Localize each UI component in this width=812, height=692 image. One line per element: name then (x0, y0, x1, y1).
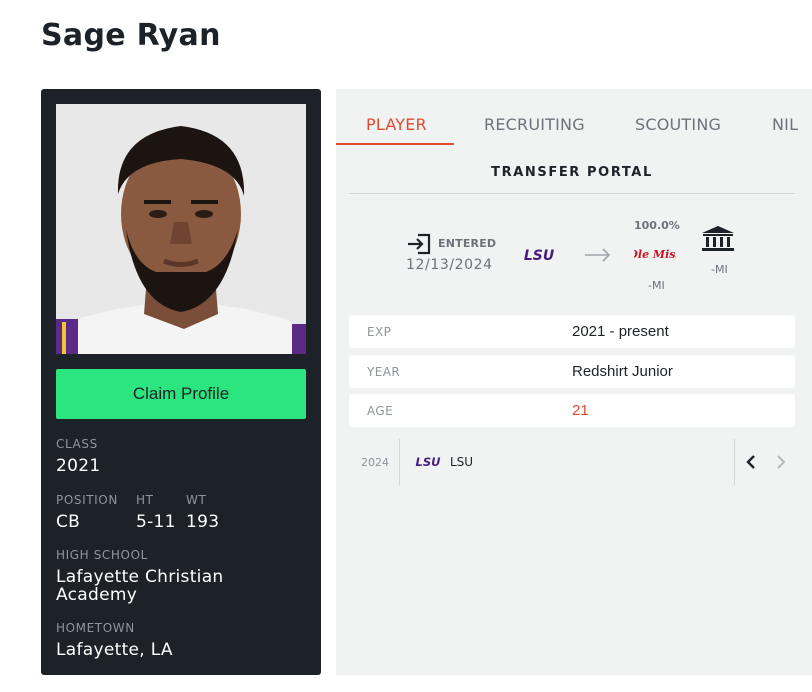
svg-text:LSU: LSU (416, 455, 442, 468)
info-value: 21 (572, 402, 589, 419)
info-row-year: YEAR Redshirt Junior (349, 355, 795, 388)
lsu-logo: LSU (416, 455, 442, 468)
claim-profile-button[interactable]: Claim Profile (56, 369, 306, 419)
tab-nil[interactable]: NIL (772, 115, 798, 134)
tab-bar: PLAYER RECRUITING SCOUTING NIL (336, 89, 812, 145)
tab-player[interactable]: PLAYER (366, 115, 427, 134)
lsu-logo: LSU (524, 248, 555, 263)
position-value: CB (56, 512, 81, 532)
entered-label: ENTERED (438, 237, 497, 250)
class-label: CLASS (56, 437, 98, 451)
svg-text:Ole Miss: Ole Miss (634, 248, 676, 261)
destination-suffix: -MI (648, 279, 665, 292)
arrow-right-icon (585, 248, 611, 262)
institution-suffix: -MI (711, 263, 728, 276)
weight-label: WT (186, 493, 207, 507)
details-panel: PLAYER RECRUITING SCOUTING NIL TRANSFER … (336, 89, 812, 675)
hometown-label: HOMETOWN (56, 621, 135, 635)
profile-card: Claim Profile CLASS 2021 POSITION CB HT … (41, 89, 321, 675)
team-history: 2024 LSU LSU (349, 439, 795, 485)
height-label: HT (136, 493, 154, 507)
player-photo (56, 104, 306, 354)
transfer-portal-title: TRANSFER PORTAL (491, 165, 653, 180)
divider (399, 439, 400, 485)
svg-text:LSU: LSU (524, 248, 555, 263)
entered-date: 12/13/2024 (406, 257, 493, 273)
tab-recruiting[interactable]: RECRUITING (484, 115, 585, 134)
divider (734, 439, 735, 485)
tab-scouting[interactable]: SCOUTING (635, 115, 721, 134)
high-school-label: HIGH SCHOOL (56, 548, 148, 562)
info-row-age: AGE 21 (349, 394, 795, 427)
chevron-left-icon[interactable] (743, 453, 759, 471)
high-school-value-line2: Academy (56, 585, 138, 605)
weight-value: 193 (186, 512, 220, 532)
hometown-value: Lafayette, LA (56, 640, 173, 660)
page-title: Sage Ryan (41, 18, 221, 53)
position-label: POSITION (56, 493, 118, 507)
high-school-value-line1: Lafayette Christian (56, 567, 224, 587)
history-team-name[interactable]: LSU (450, 455, 473, 469)
history-year: 2024 (361, 456, 389, 469)
class-value: 2021 (56, 456, 101, 476)
chevron-right-icon[interactable] (773, 453, 789, 471)
info-row-exp: EXP 2021 - present (349, 315, 795, 348)
height-value: 5-11 (136, 512, 176, 532)
info-key: AGE (367, 404, 394, 418)
info-key: EXP (367, 325, 392, 339)
info-key: YEAR (367, 365, 401, 379)
divider (349, 193, 795, 194)
sign-in-icon (408, 233, 431, 255)
info-value: 2021 - present (572, 323, 669, 340)
active-tab-indicator (336, 143, 454, 145)
transfer-percent: 100.0% (634, 219, 680, 232)
ole-miss-logo: Ole Miss (634, 248, 676, 261)
info-value: Redshirt Junior (572, 363, 673, 380)
institution-icon (702, 226, 734, 251)
